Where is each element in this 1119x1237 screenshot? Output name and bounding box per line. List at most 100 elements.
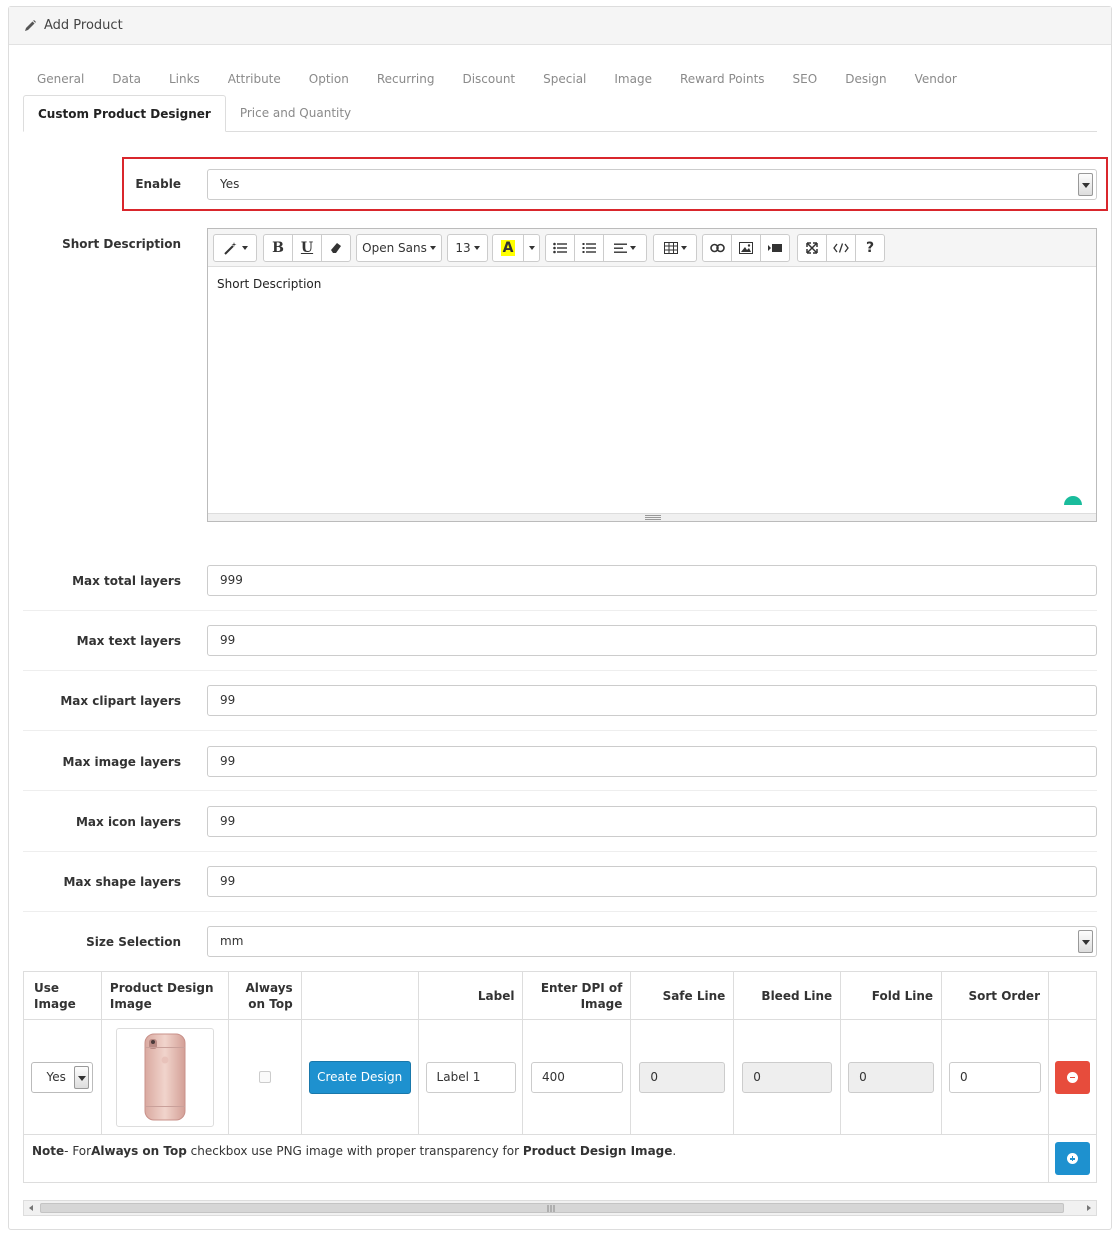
max-total-layers-label: Max total layers <box>72 574 181 588</box>
always-on-top-cell <box>227 1019 302 1135</box>
font-size-value: 13 <box>455 241 471 255</box>
max-icon-layers-input[interactable]: 99 <box>207 806 1097 837</box>
tab-custom-product-designer[interactable]: Custom Product Designer <box>23 95 226 132</box>
underline-button[interactable]: U <box>292 234 322 262</box>
tab-price-and-quantity[interactable]: Price and Quantity <box>226 95 365 132</box>
max-total-layers-input[interactable]: 999 <box>207 565 1097 596</box>
max-text-layers-label: Max text layers <box>76 634 181 648</box>
resize-grip-icon <box>645 515 661 520</box>
max-shape-layers-input[interactable]: 99 <box>207 866 1097 897</box>
grammar-badge-icon[interactable] <box>1064 496 1082 505</box>
editor-text: Short Description <box>217 277 322 291</box>
header-bleed-line: Bleed Line <box>733 971 842 1020</box>
text-color-button[interactable]: A <box>492 234 524 262</box>
note-cell: Note- ForAlways on Top checkbox use PNG … <box>23 1134 1049 1183</box>
picture-button[interactable] <box>731 234 761 262</box>
scroll-left-icon[interactable] <box>27 1204 35 1212</box>
table-header-row: Use Image Product Design Image Always on T… <box>23 971 1098 1020</box>
max-shape-layers-label: Max shape layers <box>63 875 181 889</box>
short-description-editor: B U Open Sans 13 A ? Short Description <box>207 228 1097 522</box>
dpi-input[interactable]: 400 <box>530 1061 623 1093</box>
fullscreen-icon <box>806 242 818 254</box>
tab-special[interactable]: Special <box>529 65 600 101</box>
enable-select[interactable]: Yes <box>207 169 1097 200</box>
unordered-list-button[interactable] <box>545 234 575 262</box>
fold-line-input[interactable]: 0 <box>848 1061 935 1093</box>
remove-row-button[interactable] <box>1054 1060 1090 1094</box>
help-icon: ? <box>865 240 875 256</box>
use-image-cell: Yes <box>23 1019 102 1135</box>
editor-resize-bar[interactable] <box>208 513 1096 521</box>
ordered-list-button[interactable] <box>574 234 604 262</box>
table-dropdown[interactable] <box>653 234 697 262</box>
add-row-button[interactable] <box>1054 1142 1090 1175</box>
tab-recurring[interactable]: Recurring <box>363 65 449 101</box>
font-family-dropdown[interactable]: Open Sans <box>356 234 442 262</box>
text-color-icon: A <box>500 240 516 256</box>
link-button[interactable] <box>702 234 732 262</box>
tab-image[interactable]: Image <box>600 65 666 101</box>
tab-design[interactable]: Design <box>831 65 900 101</box>
max-icon-layers-label: Max icon layers <box>75 815 181 829</box>
note-prefix: Note <box>32 1144 65 1158</box>
row-divider <box>23 730 1097 731</box>
align-dropdown[interactable] <box>603 234 647 262</box>
size-selection-select[interactable]: mm <box>207 926 1097 957</box>
font-size-dropdown[interactable]: 13 <box>447 234 488 262</box>
sort-order-input[interactable]: 0 <box>949 1061 1042 1093</box>
text-color-dropdown[interactable] <box>523 234 540 262</box>
tab-reward-points[interactable]: Reward Points <box>666 65 779 101</box>
safe-line-input[interactable]: 0 <box>639 1061 726 1093</box>
create-design-button[interactable]: Create Design <box>308 1060 411 1094</box>
editor-content[interactable]: Short Description <box>208 267 1096 513</box>
fold-line-cell: 0 <box>840 1019 943 1135</box>
caret-icon <box>630 246 636 250</box>
row-divider <box>23 851 1097 852</box>
code-view-button[interactable] <box>826 234 856 262</box>
max-clipart-layers-input[interactable]: 99 <box>207 685 1097 716</box>
horizontal-scrollbar[interactable] <box>23 1200 1097 1216</box>
eraser-button[interactable] <box>321 234 351 262</box>
always-on-top-checkbox[interactable] <box>258 1071 271 1083</box>
note-row: Note- ForAlways on Top checkbox use PNG … <box>23 1134 1098 1183</box>
header-use-image: Use Image <box>23 971 102 1020</box>
create-design-cell: Create Design <box>300 1019 419 1135</box>
max-image-layers-input[interactable]: 99 <box>207 746 1097 777</box>
caret-icon <box>528 246 535 250</box>
caret-icon <box>429 246 436 250</box>
row-divider <box>23 670 1097 671</box>
code-icon <box>833 243 849 253</box>
unordered-list-icon <box>553 242 567 254</box>
link-icon <box>709 243 725 253</box>
header-fold-line: Fold Line <box>840 971 943 1020</box>
note-bold-1: Always on Top <box>91 1144 187 1158</box>
tab-seo[interactable]: SEO <box>779 65 832 101</box>
underline-icon: U <box>300 240 314 256</box>
magic-wand-button[interactable] <box>213 234 257 262</box>
add-cell <box>1047 1134 1098 1183</box>
note-bold-2: Product Design Image <box>522 1144 673 1158</box>
max-text-layers-input[interactable]: 99 <box>207 625 1097 656</box>
tab-vendor[interactable]: Vendor <box>901 65 971 101</box>
label-input[interactable]: Label 1 <box>425 1061 516 1093</box>
help-button[interactable]: ? <box>855 234 885 262</box>
scroll-right-icon[interactable] <box>1085 1204 1093 1212</box>
short-description-label: Short Description <box>62 237 181 251</box>
max-clipart-layers-label: Max clipart layers <box>60 694 181 708</box>
fullscreen-button[interactable] <box>797 234 827 262</box>
video-button[interactable] <box>760 234 790 262</box>
plus-circle-icon <box>1066 1153 1078 1164</box>
chevron-down-icon <box>1078 930 1093 953</box>
chevron-down-icon <box>1078 173 1093 196</box>
table-row: Yes Create Design Label 1 400 0 0 0 0 <box>23 1019 1098 1135</box>
row-divider <box>23 790 1097 791</box>
tab-discount[interactable]: Discount <box>448 65 529 101</box>
picture-icon <box>739 242 753 254</box>
header-actions <box>1047 971 1098 1020</box>
use-image-select[interactable]: Yes <box>31 1061 94 1093</box>
phone-image-icon <box>144 1033 186 1121</box>
scrollbar-thumb[interactable] <box>40 1203 1064 1213</box>
bold-button[interactable]: B <box>263 234 293 262</box>
bleed-line-input[interactable]: 0 <box>742 1061 833 1093</box>
product-design-image[interactable] <box>115 1027 214 1127</box>
